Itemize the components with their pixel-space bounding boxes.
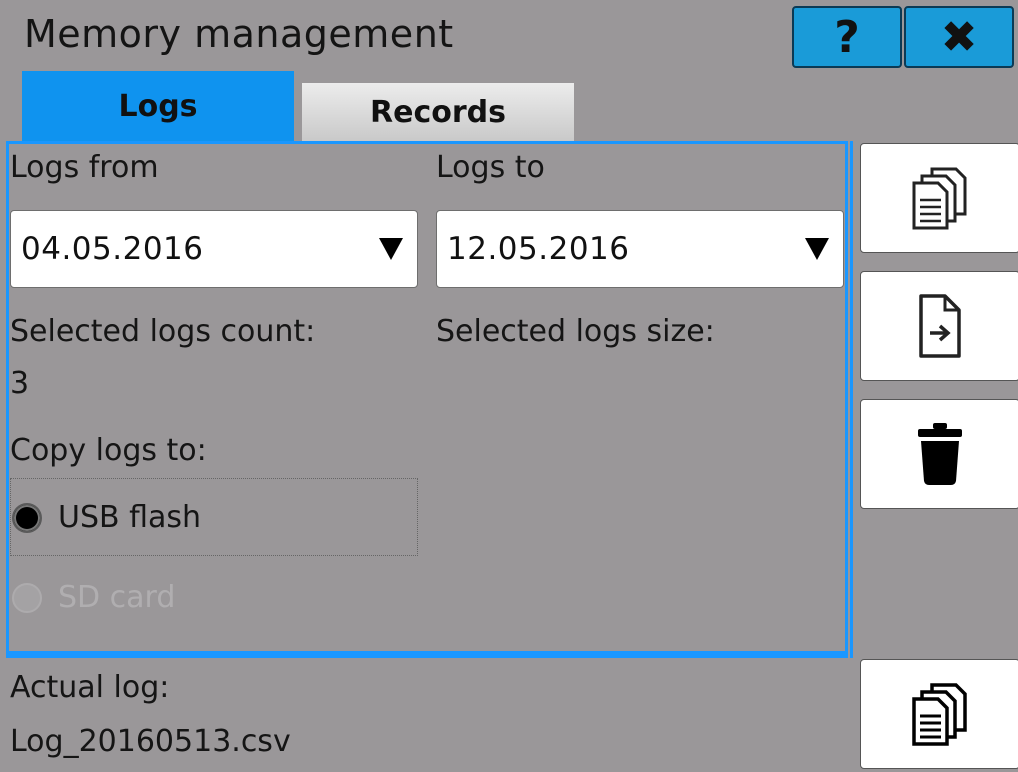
radio-selected-icon [12,502,42,533]
copy-actual-log-icon [912,683,967,746]
export-logs-button[interactable] [860,271,1018,381]
copy-documents-icon [912,167,967,230]
copy-actual-log-button[interactable] [860,659,1018,769]
trash-icon [918,423,962,485]
file-export-icon [919,294,961,358]
radio-usb-flash[interactable]: USB flash [12,500,201,535]
page-title: Memory management [24,12,454,56]
selected-size-label: Selected logs size: [436,314,715,349]
tab-records[interactable]: Records [302,83,574,141]
copy-logs-button[interactable] [860,143,1018,253]
selected-count-value: 3 [10,366,30,401]
radio-sd-card[interactable]: SD card [12,580,175,615]
logs-to-dropdown[interactable]: 12.05.2016 [436,210,844,288]
dropdown-arrow-icon [805,238,829,260]
radio-usb-flash-label: USB flash [58,500,202,535]
panel-divider [6,654,848,658]
help-button[interactable]: ? [792,6,902,68]
radio-sd-card-label: SD card [58,580,176,615]
logs-from-value: 04.05.2016 [21,231,204,267]
copy-logs-label: Copy logs to: [10,433,207,468]
actual-log-label: Actual log: [10,670,170,705]
logs-from-label: Logs from [10,150,159,185]
delete-logs-button[interactable] [860,399,1018,509]
logs-to-value: 12.05.2016 [447,231,630,267]
selected-count-label: Selected logs count: [10,314,316,349]
radio-unselected-icon [12,582,42,613]
logs-to-label: Logs to [436,150,545,185]
close-button[interactable]: ✖ [904,6,1014,68]
actual-log-value: Log_20160513.csv [10,724,291,759]
dropdown-arrow-icon [379,238,403,260]
tab-logs[interactable]: Logs [22,71,294,141]
side-divider [850,141,853,658]
logs-from-dropdown[interactable]: 04.05.2016 [10,210,418,288]
